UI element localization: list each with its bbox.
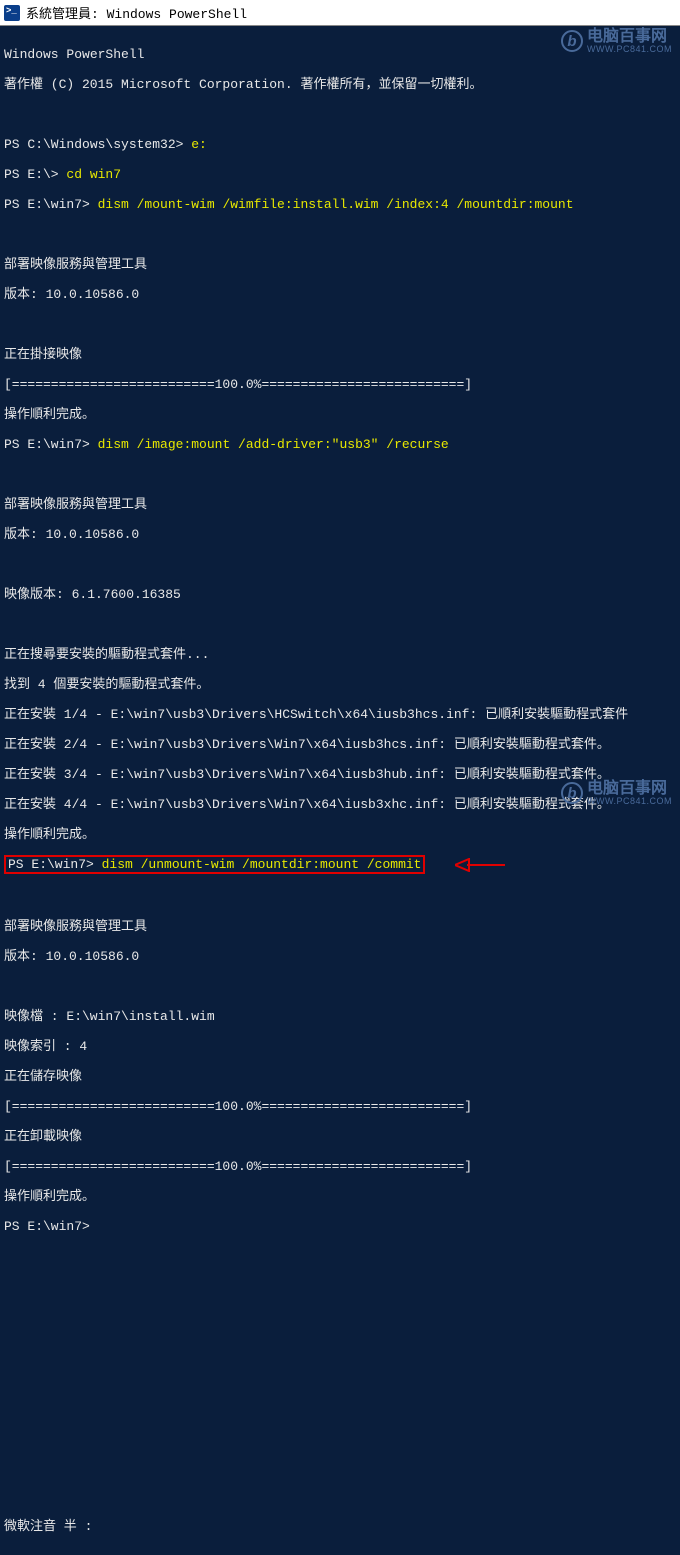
output-line: 版本: 10.0.10586.0 (4, 949, 676, 964)
output-line: 部署映像服務與管理工具 (4, 919, 676, 934)
output-line (4, 557, 676, 572)
output-line: 正在儲存映像 (4, 1069, 676, 1084)
blank-line (4, 1249, 676, 1264)
output-line (4, 317, 676, 332)
progress-bar: [==========================100.0%=======… (4, 1159, 676, 1174)
powershell-icon (4, 5, 20, 21)
output-line: 正在掛接映像 (4, 347, 676, 362)
output-line (4, 107, 676, 122)
command: dism /image:mount /add-driver:"usb3" /re… (98, 437, 449, 452)
highlighted-prompt-line: PS E:\win7> dism /unmount-wim /mountdir:… (4, 857, 676, 874)
prompt-line: PS E:\> cd win7 (4, 167, 676, 182)
output-line (4, 467, 676, 482)
terminal-content[interactable]: Windows PowerShell 著作權 (C) 2015 Microsof… (0, 26, 680, 1555)
output-line: 操作順利完成。 (4, 827, 676, 842)
output-line: 映像索引 : 4 (4, 1039, 676, 1054)
blank-line (4, 1489, 676, 1504)
output-line: Windows PowerShell (4, 47, 676, 62)
output-line: 部署映像服務與管理工具 (4, 257, 676, 272)
blank-line (4, 1459, 676, 1474)
command: cd win7 (66, 167, 121, 182)
output-line: 著作權 (C) 2015 Microsoft Corporation. 著作權所… (4, 77, 676, 92)
output-line: 正在安裝 4/4 - E:\win7\usb3\Drivers\Win7\x64… (4, 797, 676, 812)
output-line (4, 227, 676, 242)
progress-bar: [==========================100.0%=======… (4, 377, 676, 392)
annotation-highlight-box: PS E:\win7> dism /unmount-wim /mountdir:… (4, 855, 425, 874)
window-title: 系統管理員: Windows PowerShell (26, 3, 247, 22)
prompt: PS C:\Windows\system32> (4, 137, 191, 152)
output-line: 映像版本: 6.1.7600.16385 (4, 587, 676, 602)
output-line: 操作順利完成。 (4, 407, 676, 422)
output-line: 正在搜尋要安裝的驅動程式套件... (4, 647, 676, 662)
output-line: 找到 4 個要安裝的驅動程式套件。 (4, 677, 676, 692)
prompt: PS E:\> (4, 167, 66, 182)
ime-status-line: 微軟注音 半 : (4, 1519, 676, 1534)
output-line: 操作順利完成。 (4, 1189, 676, 1204)
prompt-line: PS E:\win7> (4, 1219, 676, 1234)
blank-line (4, 1429, 676, 1444)
annotation-arrow-icon (455, 857, 505, 872)
prompt: PS E:\win7> (4, 437, 98, 452)
output-line (4, 889, 676, 904)
output-line: 映像檔 : E:\win7\install.wim (4, 1009, 676, 1024)
blank-line (4, 1309, 676, 1324)
window-titlebar[interactable]: 系統管理員: Windows PowerShell (0, 0, 680, 26)
progress-bar: [==========================100.0%=======… (4, 1099, 676, 1114)
output-line: 版本: 10.0.10586.0 (4, 527, 676, 542)
output-line: 正在安裝 2/4 - E:\win7\usb3\Drivers\Win7\x64… (4, 737, 676, 752)
output-line: 正在安裝 1/4 - E:\win7\usb3\Drivers\HCSwitch… (4, 707, 676, 722)
prompt-line: PS E:\win7> dism /image:mount /add-drive… (4, 437, 676, 452)
blank-line (4, 1279, 676, 1294)
output-line: 正在安裝 3/4 - E:\win7\usb3\Drivers\Win7\x64… (4, 767, 676, 782)
command: dism /unmount-wim /mountdir:mount /commi… (102, 857, 422, 872)
output-line (4, 979, 676, 994)
blank-line (4, 1369, 676, 1384)
command: e: (191, 137, 207, 152)
output-line: 版本: 10.0.10586.0 (4, 287, 676, 302)
output-line: 部署映像服務與管理工具 (4, 497, 676, 512)
prompt: PS E:\win7> (4, 197, 98, 212)
prompt-line: PS C:\Windows\system32> e: (4, 137, 676, 152)
output-line: 正在卸載映像 (4, 1129, 676, 1144)
output-line (4, 617, 676, 632)
prompt-line: PS E:\win7> dism /mount-wim /wimfile:ins… (4, 197, 676, 212)
command: dism /mount-wim /wimfile:install.wim /in… (98, 197, 574, 212)
blank-line (4, 1339, 676, 1354)
blank-line (4, 1399, 676, 1414)
prompt: PS E:\win7> (8, 857, 102, 872)
